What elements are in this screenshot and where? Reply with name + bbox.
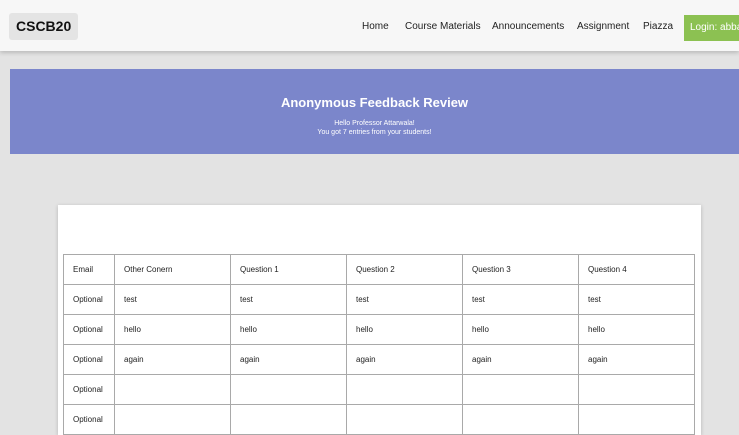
nav-link-announcements[interactable]: Announcements [492,21,564,32]
column-header-email: Email [63,254,115,285]
site-logo[interactable]: CSCB20 [9,13,79,40]
table-cell-question-1: test [230,284,347,315]
table-cell-question-2 [346,374,463,405]
feedback-card: Email Other Conern Question 1 Question 2 Que… [58,205,701,435]
table-cell-question-1 [230,404,347,435]
nav-link-home[interactable]: Home [362,21,389,32]
table-cell-question-4 [578,404,695,435]
greeting-text: Hello Professor Attarwala! [334,120,415,127]
table-cell-email: Optional [63,314,115,345]
column-header-question-3: Question 3 [462,254,579,285]
column-header-other-concern: Other Conern [114,254,231,285]
table-cell-question-4: test [578,284,695,315]
table-cell-question-3: hello [462,314,579,345]
table-cell-question-3: test [462,284,579,315]
table-cell-other-concern [114,374,231,405]
table-header-row: Email Other Conern Question 1 Question 2 Que… [63,254,695,285]
table-cell-question-3 [462,404,579,435]
top-navbar: CSCB20 Home Course Materials Announcemen… [0,0,739,51]
table-cell-question-2 [346,404,463,435]
table-cell-question-2: test [346,284,463,315]
column-header-question-1: Question 1 [230,254,347,285]
nav-link-assignment[interactable]: Assignment [577,21,629,32]
table-cell-question-3 [462,374,579,405]
table-cell-question-4: again [578,344,695,375]
table-cell-question-4 [578,374,695,405]
table-cell-question-1: hello [230,314,347,345]
table-cell-other-concern [114,404,231,435]
table-row: Optional test test test test test [63,284,695,315]
table-cell-question-1: again [230,344,347,375]
table-row: Optional again again again again again [63,344,695,375]
page-title: Anonymous Feedback Review [280,95,469,110]
table-cell-other-concern: test [114,284,231,315]
feedback-banner: Anonymous Feedback Review Hello Professo… [10,69,739,154]
table-cell-other-concern: hello [114,314,231,345]
column-header-question-2: Question 2 [346,254,463,285]
table-cell-question-2: hello [346,314,463,345]
column-header-question-4: Question 4 [578,254,695,285]
table-cell-email: Optional [63,374,115,405]
table-row: Optional [63,374,695,405]
table-row: Optional hello hello hello hello hello [63,314,695,345]
table-cell-question-3: again [462,344,579,375]
table-cell-question-2: again [346,344,463,375]
table-cell-question-1 [230,374,347,405]
nav-link-piazza[interactable]: Piazza [643,21,673,32]
table-cell-other-concern: again [114,344,231,375]
table-cell-email: Optional [63,404,115,435]
feedback-table: Email Other Conern Question 1 Question 2 Que… [63,254,695,435]
table-cell-email: Optional [63,344,115,375]
table-cell-question-4: hello [578,314,695,345]
table-row: Optional [63,404,695,435]
table-cell-email: Optional [63,284,115,315]
entries-summary: You got 7 entries from your students! [317,129,432,136]
login-button[interactable]: Login: abbas [684,15,739,41]
nav-link-course-materials[interactable]: Course Materials [405,21,481,32]
